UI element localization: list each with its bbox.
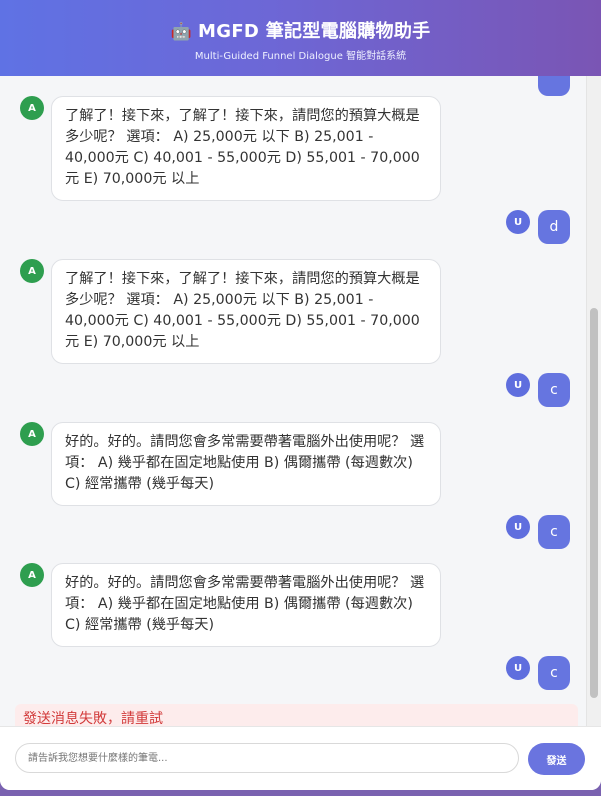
chat-history[interactable]: A 了解了！接下來，了解了！接下來，請問您的預算大概是多少呢？ 選項： A) 2… (0, 76, 586, 726)
user-avatar: U (506, 210, 530, 234)
input-bar: 發送 (0, 726, 601, 790)
user-bubble (538, 76, 570, 96)
assistant-bubble: 了解了！接下來，了解了！接下來，請問您的預算大概是多少呢？ 選項： A) 25,… (51, 259, 441, 364)
user-avatar: U (506, 656, 530, 680)
assistant-avatar: A (20, 96, 44, 120)
app-header: 🤖 MGFD 筆記型電腦購物助手 Multi-Guided Funnel Dial… (0, 0, 601, 76)
chat-scrollbar-thumb[interactable] (590, 308, 598, 698)
user-avatar: U (506, 373, 530, 397)
chat-app: 🤖 MGFD 筆記型電腦購物助手 Multi-Guided Funnel Dial… (0, 0, 601, 790)
assistant-bubble: 好的。好的。請問您會多常需要帶著電腦外出使用呢？ 選項： A) 幾乎都在固定地點… (51, 422, 441, 506)
app-subtitle: Multi-Guided Funnel Dialogue 智能對話系統 (194, 51, 407, 62)
assistant-bubble: 好的。好的。請問您會多常需要帶著電腦外出使用呢？ 選項： A) 幾乎都在固定地點… (51, 563, 441, 647)
assistant-avatar: A (20, 259, 44, 283)
user-bubble: c (538, 656, 570, 690)
robot-icon: 🤖 (170, 22, 193, 42)
user-bubble: c (538, 515, 570, 549)
user-bubble: d (538, 210, 570, 244)
message-input[interactable] (15, 743, 519, 773)
assistant-bubble: 了解了！接下來，了解了！接下來，請問您的預算大概是多少呢？ 選項： A) 25,… (51, 96, 441, 201)
user-bubble: c (538, 373, 570, 407)
assistant-avatar: A (20, 422, 44, 446)
app-title: 🤖 MGFD 筆記型電腦購物助手 (0, 17, 601, 43)
send-button[interactable]: 發送 (528, 743, 585, 775)
assistant-avatar: A (20, 563, 44, 587)
user-avatar: U (506, 515, 530, 539)
app-title-text: MGFD 筆記型電腦購物助手 (198, 21, 431, 42)
